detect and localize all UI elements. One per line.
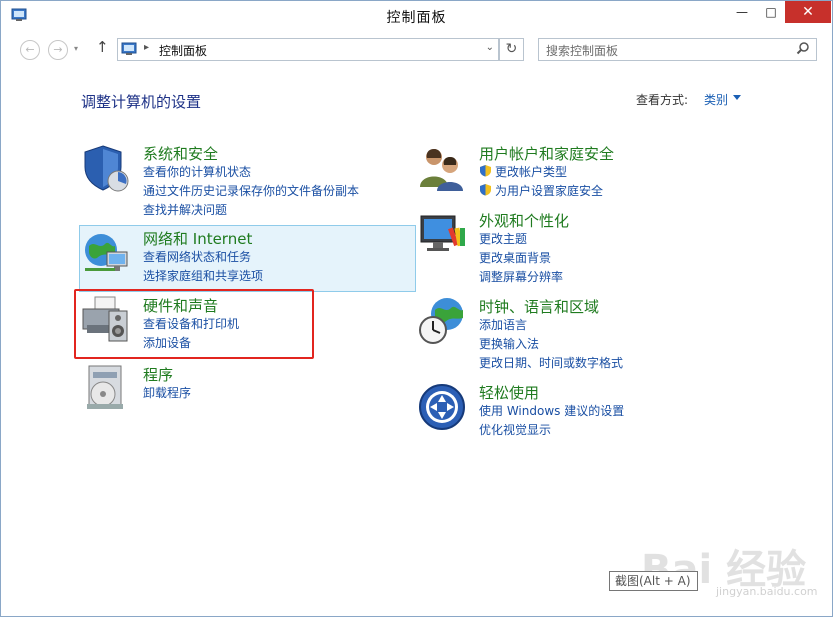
title-bar[interactable]: 控制面板 — □ ✕ [1,1,832,31]
forward-button[interactable]: → [48,40,68,60]
clock-globe-icon[interactable] [417,296,467,346]
link-add-language[interactable]: 添加语言 [479,316,527,333]
uac-shield-icon [480,184,491,196]
link-family-safety[interactable]: 为用户设置家庭安全 [479,182,603,199]
maximize-button[interactable]: □ [757,1,785,23]
page-title: 调整计算机的设置 [81,93,202,111]
address-bar[interactable]: ▸ 控制面板 ⌄ [117,38,499,61]
category-title[interactable]: 程序 [143,364,173,385]
category-title[interactable]: 时钟、语言和区域 [479,296,599,317]
control-panel-window: 控制面板 — □ ✕ ← → ▾ ↑ ▸ 控制面板 ⌄ ↻ 搜索控制面板 调整计… [0,0,833,617]
link-homegroup-sharing[interactable]: 选择家庭组和共享选项 [143,267,263,284]
category-title[interactable]: 轻松使用 [479,382,539,403]
window-title: 控制面板 [386,10,447,26]
programs-disc-icon[interactable] [81,364,131,414]
link-optimize-visual-display[interactable]: 优化视觉显示 [479,421,551,438]
link-change-date-time-format[interactable]: 更改日期、时间或数字格式 [479,354,623,371]
ease-of-access-icon[interactable] [417,382,467,432]
watermark-url: jingyan.baidu.com [716,585,818,598]
search-icon[interactable] [796,41,810,55]
uac-shield-icon [480,165,491,177]
category-title[interactable]: 系统和安全 [143,143,218,164]
category-title[interactable]: 外观和个性化 [479,210,569,231]
link-adjust-resolution[interactable]: 调整屏幕分辨率 [479,268,563,285]
link-file-history-backup[interactable]: 通过文件历史记录保存你的文件备份副本 [143,182,359,199]
close-button[interactable]: ✕ [785,1,831,23]
link-change-desktop-background[interactable]: 更改桌面背景 [479,249,551,266]
search-input[interactable]: 搜索控制面板 [538,38,817,61]
view-by-dropdown[interactable]: 类别 [704,91,728,108]
view-by-dropdown-arrow-icon[interactable] [733,95,741,100]
link-change-theme[interactable]: 更改主题 [479,230,527,247]
content-area: 调整计算机的设置 查看方式: 类别 系统和安全 查看你的计算机状态 通过文件历史… [1,67,832,616]
link-uninstall-program[interactable]: 卸载程序 [143,384,191,401]
annotation-highlight-box [74,289,314,359]
monitor-palette-icon[interactable] [417,210,467,260]
link-view-computer-status[interactable]: 查看你的计算机状态 [143,163,251,180]
category-title[interactable]: 用户帐户和家庭安全 [479,143,614,164]
category-title[interactable]: 网络和 Internet [143,228,252,249]
link-label[interactable]: 为用户设置家庭安全 [495,184,603,198]
search-placeholder: 搜索控制面板 [546,44,619,58]
back-button[interactable]: ← [20,40,40,60]
minimize-button[interactable]: — [727,1,757,23]
recent-locations-icon[interactable]: ▾ [74,44,78,53]
view-by-label: 查看方式: [636,93,689,107]
link-find-fix-problems[interactable]: 查找并解决问题 [143,201,227,218]
address-dropdown-icon[interactable]: ⌄ [486,42,494,53]
shield-security-icon[interactable] [81,143,131,193]
breadcrumb-control-panel[interactable]: 控制面板 [159,42,207,59]
link-change-input-method[interactable]: 更换输入法 [479,335,539,352]
link-use-recommended-settings[interactable]: 使用 Windows 建议的设置 [479,402,624,419]
screenshot-tooltip: 截图(Alt + A) [609,571,698,591]
up-button[interactable]: ↑ [96,38,109,56]
link-label[interactable]: 更改帐户类型 [495,165,567,179]
navigation-toolbar: ← → ▾ ↑ ▸ 控制面板 ⌄ ↻ 搜索控制面板 [1,31,832,67]
control-panel-icon [121,42,137,55]
globe-network-icon[interactable] [81,228,131,278]
link-change-account-type[interactable]: 更改帐户类型 [479,163,567,180]
users-icon[interactable] [417,143,467,193]
link-view-network-status[interactable]: 查看网络状态和任务 [143,248,251,265]
refresh-button[interactable]: ↻ [499,38,524,61]
breadcrumb-chevron-icon[interactable]: ▸ [144,42,149,53]
